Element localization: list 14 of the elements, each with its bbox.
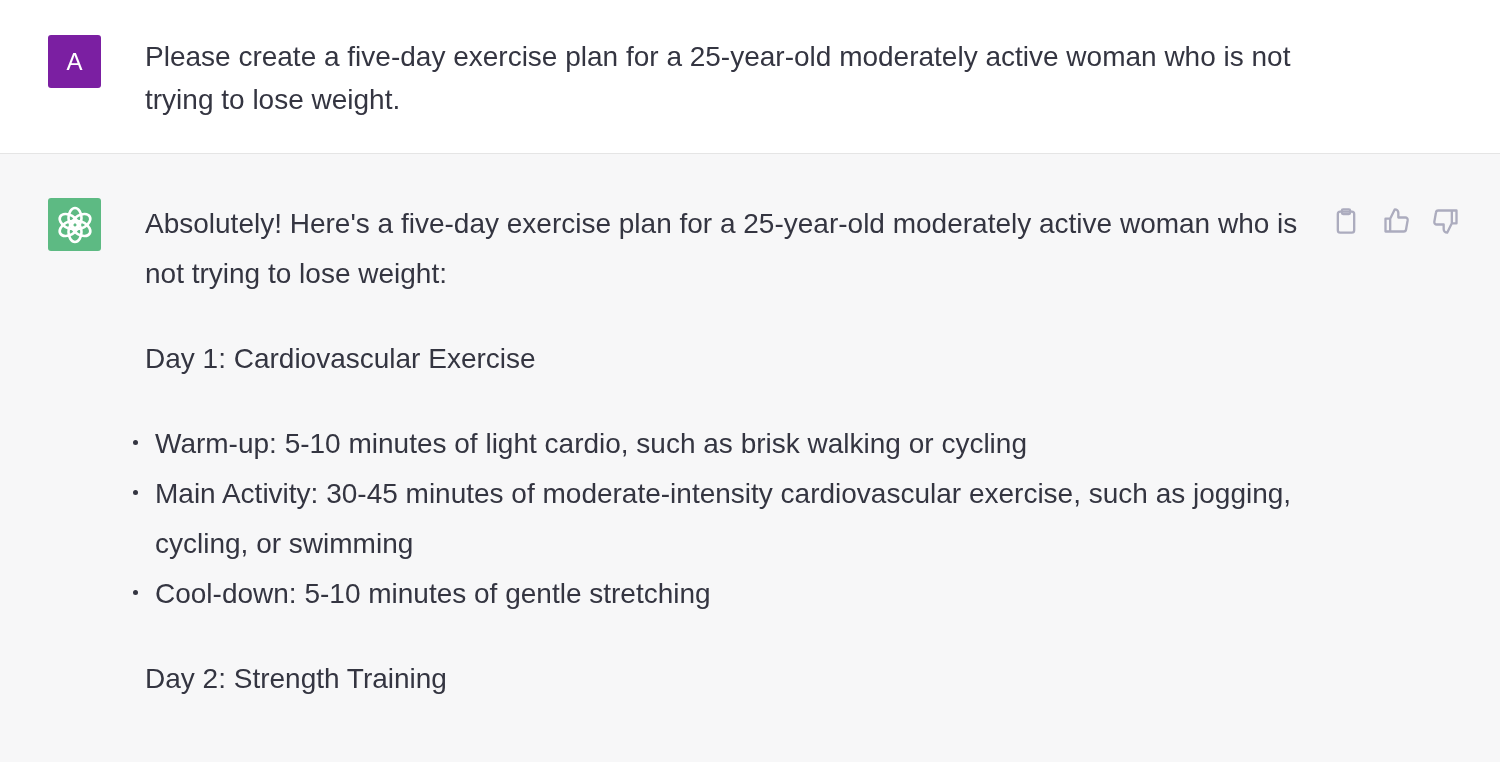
user-avatar: A bbox=[48, 35, 101, 88]
message-text: Day 1: Cardiovascular Exercise bbox=[145, 342, 537, 376]
list-item-text: Main Activity: 30-45 minutes of moderate-intensity cardiovascular exercise, such as jogging, cycling, or swimming bbox=[155, 478, 1292, 559]
bullet-icon bbox=[133, 590, 138, 595]
bullet-icon bbox=[133, 490, 138, 495]
message-text: Day 2: Strength Training bbox=[145, 662, 448, 696]
thumbs-down-icon[interactable] bbox=[1432, 207, 1460, 235]
logo-icon bbox=[48, 198, 101, 251]
list-item-text: Warm-up: 5-10 minutes of light cardio, such as brisk walking or cycling bbox=[155, 428, 1027, 459]
message-text: Please create a five-day exercise plan for a 25-year-old moderately active woman who is not trying to lose weight. bbox=[145, 40, 1292, 117]
message-text: Absolutely! Here's a five-day exercise plan for a 25-year-old moderately active woman who is not trying to lose weight: bbox=[145, 207, 1299, 291]
list-item-text: Cool-down: 5-10 minutes of gentle stretching bbox=[155, 578, 711, 609]
thumbs-up-icon[interactable] bbox=[1382, 207, 1410, 235]
bullet-icon bbox=[133, 440, 138, 445]
